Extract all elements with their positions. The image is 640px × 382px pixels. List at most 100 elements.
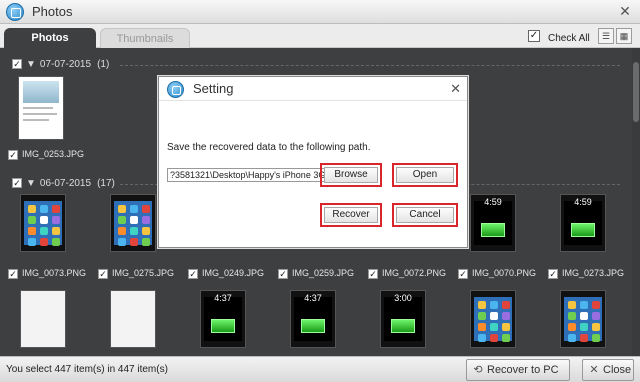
homescreen-image xyxy=(474,297,512,342)
photo-filename: IMG_0070.PNG xyxy=(472,268,537,278)
photo-checkbox[interactable]: ✓ xyxy=(278,268,288,279)
app-tile-icon xyxy=(28,238,36,246)
battery-icon xyxy=(391,319,415,333)
app-tile-icon xyxy=(130,238,138,246)
lockscreen-time: 3:00 xyxy=(394,293,412,303)
app-tile-icon xyxy=(142,205,150,213)
group-header[interactable]: ✓ ▼ 07-07-2015 (1) xyxy=(12,59,109,71)
save-path-field[interactable]: ?3581321\Desktop\Happy's iPhone 3GS xyxy=(167,168,325,182)
status-bar: You select 447 item(s) in 447 item(s) ⟲ … xyxy=(0,356,640,382)
photo-thumbnail[interactable] xyxy=(110,290,156,348)
photo-thumbnail[interactable]: 3:00 xyxy=(380,290,426,348)
setting-dialog: Setting ✕ Save the recovered data to the… xyxy=(158,76,468,248)
app-tile-icon xyxy=(592,301,600,309)
photo-checkbox[interactable]: ✓ xyxy=(98,268,108,279)
photo-caption: ✓ IMG_0275.JPG xyxy=(98,268,174,280)
app-tile-icon xyxy=(52,227,60,235)
dialog-close-icon[interactable]: ✕ xyxy=(450,82,461,95)
photo-filename: IMG_0275.JPG xyxy=(112,268,175,278)
app-tile-icon xyxy=(40,205,48,213)
photo-filename: IMG_0073.PNG xyxy=(22,268,87,278)
photo-thumbnail[interactable] xyxy=(560,290,606,348)
app-tile-icon xyxy=(502,334,510,342)
photo-caption: ✓ IMG_0249.JPG xyxy=(188,268,264,280)
lockscreen-time: 4:37 xyxy=(304,293,322,303)
app-tile-icon xyxy=(130,227,138,235)
photo-caption: ✓ IMG_0273.JPG xyxy=(548,268,624,280)
check-all-label: Check All xyxy=(548,33,590,44)
battery-icon xyxy=(571,223,595,237)
document-line xyxy=(23,119,49,121)
app-tile-icon xyxy=(490,323,498,331)
app-tile-icon xyxy=(478,334,486,342)
recover-to-pc-button[interactable]: ⟲ Recover to PC xyxy=(466,359,570,381)
photo-thumbnail[interactable]: 4:59 xyxy=(470,194,516,252)
grid-view-icon[interactable]: ▦ xyxy=(616,28,632,44)
photo-checkbox[interactable]: ✓ xyxy=(368,268,378,279)
collapse-triangle-icon[interactable]: ▼ xyxy=(26,59,36,70)
photo-checkbox[interactable]: ✓ xyxy=(458,268,468,279)
photo-thumbnail[interactable] xyxy=(20,194,66,252)
app-tile-icon xyxy=(52,205,60,213)
photo-filename: IMG_0273.JPG xyxy=(562,268,625,278)
close-label: Close xyxy=(603,364,632,376)
app-tile-icon xyxy=(52,238,60,246)
group-checkbox[interactable]: ✓ xyxy=(12,59,22,70)
photo-filename: IMG_0249.JPG xyxy=(202,268,265,278)
dialog-titlebar: Setting ✕ xyxy=(159,77,467,101)
photo-checkbox[interactable]: ✓ xyxy=(188,268,198,279)
app-tile-icon xyxy=(52,216,60,224)
app-tile-icon xyxy=(568,334,576,342)
battery-icon xyxy=(481,223,505,237)
group-divider xyxy=(120,65,620,66)
tab-thumbnails[interactable]: Thumbnails xyxy=(100,28,190,48)
app-tile-icon xyxy=(580,334,588,342)
photo-thumbnail[interactable] xyxy=(110,194,156,252)
tab-bar: Photos Thumbnails ✓ Check All ☰ ▦ xyxy=(0,24,640,48)
browse-button[interactable]: Browse xyxy=(324,167,378,183)
scrollbar-thumb[interactable] xyxy=(633,62,639,122)
group-checkbox[interactable]: ✓ xyxy=(12,178,22,189)
photo-thumbnail[interactable]: 4:37 xyxy=(290,290,336,348)
recover-icon: ⟲ xyxy=(473,364,483,376)
open-button[interactable]: Open xyxy=(396,167,454,183)
photo-thumbnail[interactable] xyxy=(470,290,516,348)
app-tile-icon xyxy=(490,301,498,309)
lockscreen-time: 4:59 xyxy=(574,197,592,207)
cancel-highlight: Cancel xyxy=(392,203,458,227)
photo-thumbnail[interactable] xyxy=(20,290,66,348)
document-line xyxy=(23,107,53,109)
close-icon: ✕ xyxy=(589,364,599,376)
app-tile-icon xyxy=(490,334,498,342)
homescreen-image xyxy=(114,201,152,246)
app-tile-icon xyxy=(568,301,576,309)
photo-checkbox[interactable]: ✓ xyxy=(8,268,18,279)
open-highlight: Open xyxy=(392,163,458,187)
vertical-scrollbar[interactable] xyxy=(632,48,640,356)
photo-checkbox[interactable]: ✓ xyxy=(8,149,18,160)
lockscreen-time: 4:37 xyxy=(214,293,232,303)
close-button[interactable]: ✕ Close xyxy=(582,359,634,381)
photo-thumbnail[interactable]: 4:37 xyxy=(200,290,246,348)
window-close-icon[interactable]: ✕ xyxy=(618,4,632,18)
collapse-triangle-icon[interactable]: ▼ xyxy=(26,178,36,189)
cancel-button[interactable]: Cancel xyxy=(396,207,454,223)
app-tile-icon xyxy=(478,301,486,309)
window-titlebar: Photos ✕ xyxy=(0,0,640,24)
photo-caption: ✓ IMG_0070.PNG xyxy=(458,268,536,280)
recover-button[interactable]: Recover xyxy=(324,207,378,223)
list-view-icon[interactable]: ☰ xyxy=(598,28,614,44)
group-count: (17) xyxy=(97,178,115,189)
photo-filename: IMG_0259.JPG xyxy=(292,268,355,278)
document-image xyxy=(23,81,59,103)
group-count: (1) xyxy=(97,59,110,70)
photo-thumbnail[interactable]: 4:59 xyxy=(560,194,606,252)
dialog-message: Save the recovered data to the following… xyxy=(167,142,371,153)
group-header[interactable]: ✓ ▼ 06-07-2015 (17) xyxy=(12,178,115,190)
photo-checkbox[interactable]: ✓ xyxy=(548,268,558,279)
tab-photos[interactable]: Photos xyxy=(4,28,96,48)
check-all-checkbox[interactable]: ✓ xyxy=(528,30,540,42)
photo-thumbnail[interactable] xyxy=(18,76,64,140)
app-tile-icon xyxy=(478,323,486,331)
app-tile-icon xyxy=(592,334,600,342)
